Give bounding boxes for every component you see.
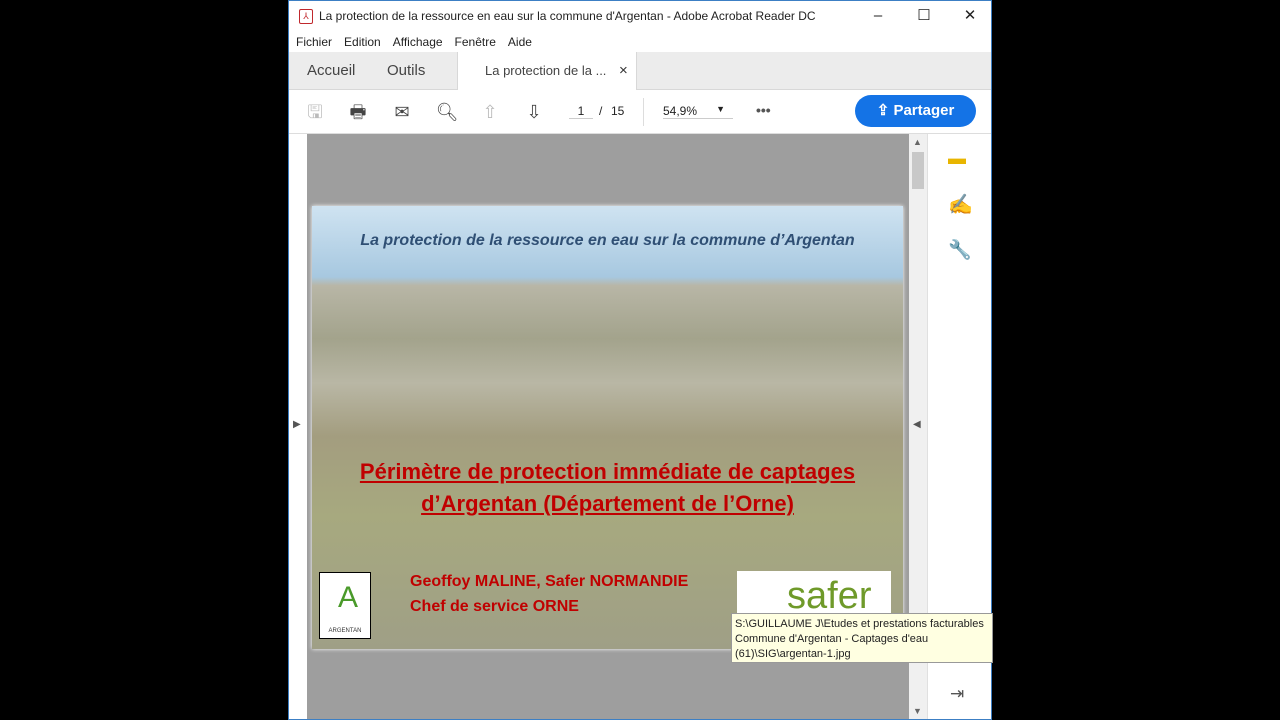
- share-label: Partager: [893, 102, 955, 119]
- menu-affichage[interactable]: Affichage: [393, 35, 443, 49]
- tab-outils[interactable]: Outils: [387, 52, 425, 90]
- pdf-app-icon: ⅄: [299, 8, 313, 24]
- page-number-input[interactable]: 1: [569, 104, 593, 119]
- page-total: 15: [611, 104, 625, 118]
- author-role: Chef de service ORNE: [410, 598, 579, 615]
- argentan-logo: A ARGENTAN: [319, 572, 371, 639]
- window-title: La protection de la ressource en eau sur…: [319, 9, 816, 23]
- comment-icon[interactable]: ▬: [948, 148, 966, 169]
- share-button[interactable]: ⇪ Partager: [855, 95, 976, 127]
- safer-logo-text: safer: [787, 575, 872, 617]
- zoom-search-icon[interactable]: 🔍︎: [435, 100, 459, 124]
- page-title: La protection de la ressource en eau sur…: [360, 232, 855, 249]
- menu-edition[interactable]: Edition: [344, 35, 381, 49]
- zoom-select[interactable]: 54,9% ▼: [663, 104, 733, 119]
- print-icon[interactable]: 🖶: [346, 100, 370, 124]
- maximize-button[interactable]: ☐: [901, 1, 947, 31]
- close-button[interactable]: ✕: [947, 1, 993, 31]
- divider: [643, 98, 644, 126]
- tab-accueil[interactable]: Accueil: [307, 52, 355, 90]
- scroll-down-icon[interactable]: ▼: [913, 706, 922, 716]
- tooltip-line: (61)\SIG\argentan-1.jpg: [735, 648, 851, 660]
- left-panel-toggle[interactable]: ▶: [289, 134, 307, 719]
- author-block: Geoffoy MALINE, Safer NORMANDIE Chef de s…: [410, 569, 688, 619]
- expand-left-icon: ▶: [293, 419, 301, 430]
- scroll-thumb[interactable]: [912, 152, 924, 189]
- minimize-button[interactable]: –: [855, 1, 901, 31]
- share-icon: ⇪: [876, 102, 894, 119]
- logo-text: ARGENTAN: [328, 628, 362, 634]
- tab-document[interactable]: La protection de la ... ×: [457, 52, 637, 91]
- toolbar: 🖫 🖶 ✉ 🔍︎ ⇧ ⇩ 1 / 15 54,9% ▼ ••• ⇪ Partage…: [289, 90, 991, 134]
- author-name: Geoffoy MALINE, Safer NORMANDIE: [410, 573, 689, 590]
- tooltip-line: S:\GUILLAUME J\Etudes et prestations fac…: [735, 618, 984, 630]
- page-separator: /: [599, 104, 603, 118]
- pdf-page: La protection de la ressource en eau sur…: [312, 206, 903, 649]
- page-heading: Périmètre de protection immédiate de cap…: [312, 456, 903, 520]
- zoom-value: 54,9%: [663, 104, 698, 118]
- menu-bar: Fichier Edition Affichage Fenêtre Aide: [289, 31, 991, 52]
- tab-document-label: La protection de la ...: [485, 63, 607, 78]
- menu-fenetre[interactable]: Fenêtre: [455, 35, 496, 49]
- image-path-tooltip: S:\GUILLAUME J\Etudes et prestations fac…: [731, 613, 993, 663]
- heading-line-1: Périmètre de protection immédiate de cap…: [359, 459, 856, 484]
- tooltip-line: Commune d'Argentan - Captages d'eau: [735, 633, 929, 645]
- next-page-icon[interactable]: ⇩: [522, 100, 546, 124]
- menu-fichier[interactable]: Fichier: [296, 35, 332, 49]
- tab-close-icon[interactable]: ×: [619, 52, 628, 90]
- previous-page-icon[interactable]: ⇧: [478, 100, 502, 124]
- more-tools-icon[interactable]: •••: [756, 102, 771, 118]
- fill-sign-icon[interactable]: ✍: [948, 192, 973, 217]
- collapse-right-icon[interactable]: ◀: [913, 419, 921, 430]
- email-icon[interactable]: ✉: [390, 100, 414, 124]
- scroll-up-icon[interactable]: ▲: [913, 137, 922, 147]
- more-tools-wrench-icon[interactable]: 🔧: [948, 238, 972, 262]
- heading-line-2: d’Argentan (Département de l’Orne): [421, 491, 794, 516]
- collapse-pane-icon[interactable]: ⇥: [950, 684, 964, 704]
- menu-aide[interactable]: Aide: [508, 35, 532, 49]
- logo-mark: A: [338, 581, 359, 614]
- save-icon[interactable]: 🖫: [303, 100, 327, 124]
- chevron-down-icon: ▼: [716, 104, 725, 114]
- title-bar: ⅄ La protection de la ressource en eau s…: [289, 1, 991, 31]
- tab-bar: Accueil Outils La protection de la ... ×: [289, 52, 991, 91]
- acrobat-window: ⅄ La protection de la ressource en eau s…: [288, 0, 993, 720]
- content-area: ▶ La protection de la ressource en eau s…: [289, 134, 993, 719]
